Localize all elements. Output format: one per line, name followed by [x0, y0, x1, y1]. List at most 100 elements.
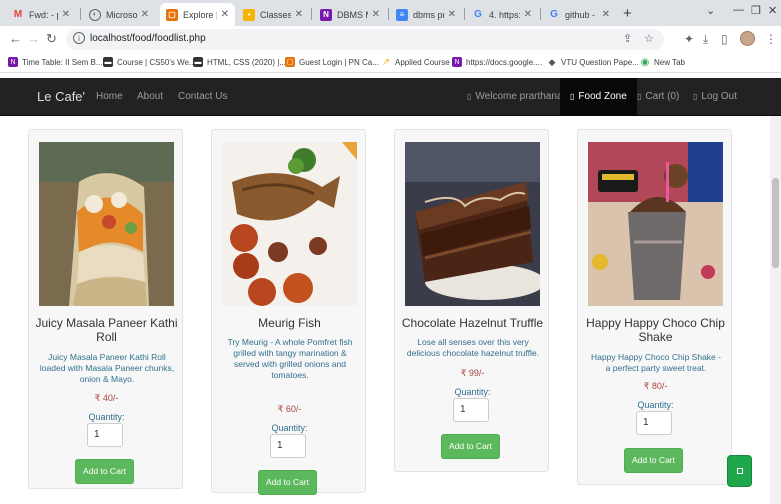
close-icon[interactable]: ✕ [602, 9, 610, 20]
browser-tab-microsoft[interactable]: ◐ Microsoft W ✕ [83, 3, 155, 26]
close-icon[interactable]: ✕ [295, 9, 303, 20]
user-icon: ▯ [467, 92, 472, 101]
bookmarks-bar: N Time Table: II Sem B... ▬ Course | CS5… [0, 53, 781, 73]
quantity-label: Quantity: [88, 412, 125, 422]
nav-cart[interactable]: ▯ Cart (0) [637, 91, 679, 102]
course-icon: ▬ [193, 57, 203, 67]
browser-tab-classes[interactable]: ▪ Classes ✕ [237, 3, 309, 26]
food-zone-icon: ▯ [570, 92, 575, 101]
food-card: Juicy Masala Paneer Kathi Roll Juicy Mas… [28, 129, 183, 489]
food-card: Happy Happy Choco Chip Shake Happy Happy… [577, 129, 732, 485]
tab-label: github - Go [565, 9, 598, 20]
close-icon[interactable]: ✕ [524, 9, 532, 20]
site-favicon: ▢ [166, 8, 178, 21]
course-icon: ▬ [103, 57, 113, 67]
extensions-icon[interactable]: ✦ [684, 32, 694, 46]
browser-tab-4-https[interactable]: G 4. https://w ✕ [466, 3, 538, 26]
bookmark-item[interactable]: ◉ New Tab [640, 57, 685, 68]
bookmark-item[interactable]: N Time Table: II Sem B... [8, 57, 102, 67]
food-title: Happy Happy Choco Chip Shake [586, 316, 725, 344]
browser-tab-dbms-min[interactable]: N DBMS Min ✕ [314, 3, 386, 26]
bookmark-star-icon[interactable]: ☆ [644, 32, 654, 45]
nav-logout-label: Log Out [701, 91, 737, 102]
tab-label: Explore | Fo [183, 9, 217, 20]
share-icon[interactable]: ⇪ [623, 32, 632, 45]
food-title: Meurig Fish [258, 316, 321, 330]
bookmark-item[interactable]: N https://docs.google.... [452, 57, 542, 67]
tab-label: Fwd: - pra [29, 9, 58, 20]
back-arrow-icon[interactable]: ← [9, 31, 22, 46]
food-image-chocolate-truffle [405, 142, 540, 306]
close-icon[interactable]: ✕ [372, 9, 380, 20]
bookmark-item[interactable]: ◆ VTU Question Pape... [547, 57, 639, 67]
quantity-label: Quantity: [271, 423, 308, 433]
browser-tab-strip: M Fwd: - pra ✕ ◐ Microsoft W ✕ ▢ Explore… [0, 0, 781, 26]
classroom-icon: ▪ [243, 8, 255, 21]
tab-label: Classes [260, 9, 291, 20]
nav-about[interactable]: About [137, 91, 163, 102]
close-icon[interactable]: ✕ [448, 9, 456, 20]
quantity-input[interactable]: 1 [87, 423, 123, 447]
add-to-cart-button[interactable]: Add to Cart [624, 448, 683, 473]
bookmark-label: New Tab [654, 57, 685, 67]
food-image-kathi-roll [39, 142, 174, 306]
nav-home[interactable]: Home [96, 91, 123, 102]
bookmark-item[interactable]: ▬ Course | CS50's We... [103, 57, 196, 67]
page-scrollbar[interactable] [770, 116, 781, 504]
browser-tab-github[interactable]: G github - Go ✕ [542, 3, 616, 26]
bookmark-label: Guest Login | PN Ca... [299, 57, 379, 67]
bookmark-item[interactable]: ↗ Applied Course [381, 56, 450, 68]
nav-food-zone[interactable]: ▯ Food Zone [560, 78, 637, 115]
floating-action-button[interactable] [727, 455, 752, 487]
window-close-icon[interactable]: ✕ [768, 4, 777, 17]
docs-icon: ≡ [396, 8, 408, 21]
food-description: Lose all senses over this very delicious… [406, 337, 540, 358]
quantity-input[interactable]: 1 [270, 434, 306, 458]
food-image-choco-chip-shake [588, 142, 723, 306]
scrollbar-thumb[interactable] [772, 178, 779, 268]
bookmark-item[interactable]: ▢ Guest Login | PN Ca... [285, 57, 379, 67]
globe-icon: ◐ [89, 8, 101, 21]
brand-logo[interactable]: Le Cafe' [37, 89, 85, 104]
close-icon[interactable]: ✕ [141, 9, 149, 20]
nav-logout[interactable]: ▯ Log Out [693, 91, 737, 102]
avatar[interactable] [740, 31, 755, 46]
browser-tab-explore[interactable]: ▢ Explore | Fo ✕ [160, 3, 235, 26]
reload-icon[interactable]: ↻ [46, 31, 57, 47]
quantity-input[interactable]: 1 [453, 398, 489, 422]
add-to-cart-button[interactable]: Add to Cart [441, 434, 500, 459]
side-panel-icon[interactable]: ▯ [721, 32, 728, 46]
bookmark-label: Course | CS50's We... [117, 57, 196, 67]
add-to-cart-button[interactable]: Add to Cart [258, 470, 317, 495]
site-info-icon[interactable]: i [73, 32, 85, 44]
site-icon: ▢ [285, 57, 295, 67]
food-card: Chocolate Hazelnut Truffle Lose all sens… [394, 129, 549, 472]
url-text[interactable]: localhost/food/foodlist.php [90, 33, 206, 44]
add-to-cart-button[interactable]: Add to Cart [75, 459, 134, 484]
download-icon[interactable]: ⤓ [703, 32, 708, 47]
quantity-label: Quantity: [637, 400, 674, 410]
tab-label: Microsoft W [106, 9, 137, 20]
forward-arrow-icon[interactable]: → [27, 31, 40, 46]
minimize-icon[interactable]: — [733, 4, 744, 16]
nav-contact-us[interactable]: Contact Us [178, 91, 227, 102]
food-price: ₹ 99/- [460, 368, 485, 378]
restore-icon[interactable]: ❐ [751, 4, 761, 17]
close-icon[interactable]: ✕ [62, 9, 70, 20]
quantity-input[interactable]: 1 [636, 411, 672, 435]
bookmark-item[interactable]: ▬ HTML, CSS (2020) |... [193, 57, 286, 67]
onenote-icon: N [8, 57, 18, 67]
applied-course-icon: ↗ [381, 56, 391, 68]
menu-dots-icon[interactable]: ⋮ [765, 32, 777, 46]
new-tab-button[interactable]: + [623, 5, 632, 22]
google-icon: G [474, 9, 482, 20]
food-card: Meurig Fish Try Meurig - A whole Pomfret… [211, 129, 366, 495]
gmail-icon: M [13, 9, 23, 20]
tab-search-icon[interactable]: ⌄ [706, 4, 715, 17]
nav-welcome-user[interactable]: ▯ Welcome prarthana [467, 91, 563, 102]
browser-tab-gmail[interactable]: M Fwd: - pra ✕ [6, 3, 76, 26]
address-bar[interactable]: i localhost/food/foodlist.php ⇪ ☆ [66, 29, 664, 50]
quantity-label: Quantity: [454, 387, 491, 397]
browser-tab-dbms-project[interactable]: ≡ dbms proje ✕ [390, 3, 462, 26]
close-icon[interactable]: ✕ [221, 9, 229, 20]
